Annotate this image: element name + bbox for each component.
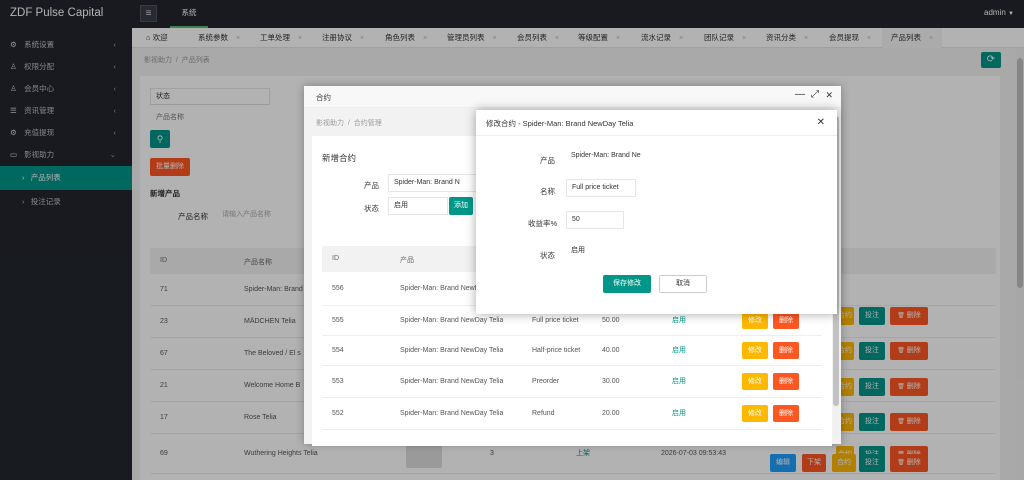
row-contract-name: Refund [532,410,555,417]
product-label: 产品 [540,156,555,165]
maximize-icon[interactable]: ⤢ [811,89,819,100]
delete-button[interactable]: 删除 [773,373,799,390]
dialog-title: 合约 [316,93,331,102]
row-id: 556 [332,285,344,292]
delete-button[interactable]: 删除 [773,312,799,329]
row-rate: 40.00 [602,347,620,354]
row-product: Spider-Man: Brand NewDay Telia [400,347,504,354]
edit-button[interactable]: 修改 [742,342,768,359]
product-select[interactable]: Spider-Man: Brand N [388,174,478,192]
table-row: 552 Spider-Man: Brand NewDay Telia Refun… [322,398,822,430]
product-select-value: Spider-Man: Brand Ne [571,152,641,159]
edit-button[interactable]: 修改 [742,312,768,329]
status-select[interactable]: 启用 [388,197,448,215]
table-row: 553 Spider-Man: Brand NewDay Telia Preor… [322,366,822,398]
form-title: 新增合约 [322,153,357,163]
delete-button[interactable]: 删除 [773,342,799,359]
status-select[interactable]: 启用 [566,243,636,261]
close-icon[interactable]: ✕ [817,117,825,128]
add-button[interactable]: 添加 [449,197,473,215]
breadcrumb-item[interactable]: 影视助力 [316,120,344,127]
status-label: 状态 [364,204,379,213]
row-product: Spider-Man: Brand NewDay Telia [400,378,504,385]
breadcrumb-separator: / [347,120,350,127]
row-id: 555 [332,317,344,324]
close-icon[interactable]: ✕ [825,90,833,101]
row-status: 启用 [672,347,686,354]
column-header: 产品 [400,257,414,264]
save-button[interactable]: 保存修改 [603,275,651,293]
status-select-value: 启用 [571,247,585,254]
status-label: 状态 [540,251,555,260]
product-label: 产品 [364,181,379,190]
column-header: ID [332,255,339,262]
row-rate: 30.00 [602,378,620,385]
cancel-button[interactable]: 取消 [659,275,707,293]
rate-label: 收益率% [528,219,558,228]
dialog-title: 修改合约 - Spider-Man: Brand NewDay Telia [486,119,634,128]
edit-contract-dialog: 修改合约 - Spider-Man: Brand NewDay Telia ✕ … [476,110,837,314]
name-label: 名称 [540,187,555,196]
row-id: 552 [332,410,344,417]
product-select[interactable]: Spider-Man: Brand Ne [566,148,661,166]
row-status: 启用 [672,410,686,417]
edit-button[interactable]: 修改 [742,405,768,422]
dialog-titlebar: 合约 — ⤢ ✕ [304,86,841,108]
table-row: 554 Spider-Man: Brand NewDay Telia Half-… [322,336,822,366]
row-rate: 20.00 [602,410,620,417]
dialog-titlebar: 修改合约 - Spider-Man: Brand NewDay Telia ✕ [476,110,837,136]
row-id: 554 [332,347,344,354]
breadcrumb-item: 合约管理 [353,120,382,127]
row-contract-name: Half-price ticket [532,347,581,354]
row-id: 553 [332,378,344,385]
row-contract-name: Preorder [532,378,560,385]
row-status: 启用 [672,378,686,385]
name-input[interactable]: Full price ticket [566,179,636,197]
delete-button[interactable]: 删除 [773,405,799,422]
row-product: Spider-Man: Brand NewDay Telia [400,410,504,417]
minimize-icon[interactable]: — [795,89,805,100]
breadcrumb: 影视助力 / 合约管理 [316,118,382,128]
edit-button[interactable]: 修改 [742,373,768,390]
rate-input[interactable]: 50 [566,211,624,229]
